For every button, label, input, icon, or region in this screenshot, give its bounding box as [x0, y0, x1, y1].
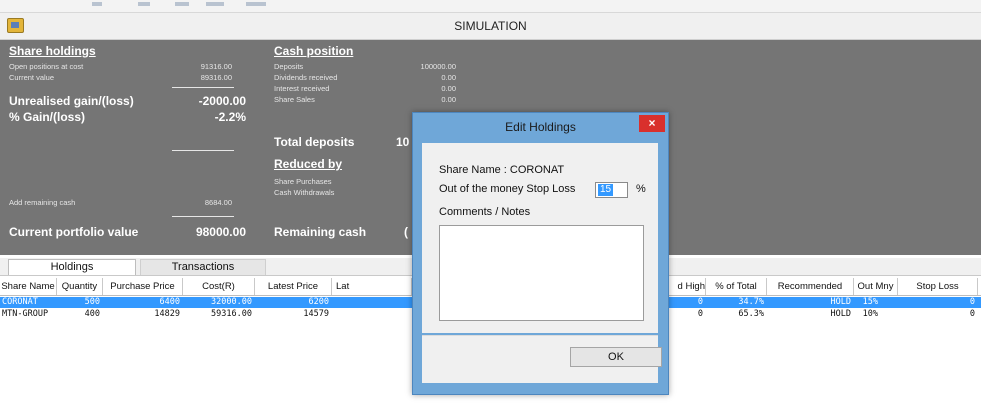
col-quantity[interactable]: Quantity: [57, 278, 103, 295]
col-purchase-price[interactable]: Purchase Price: [103, 278, 183, 295]
cell-out-mny: 10%: [862, 309, 878, 319]
cell-purchase-price: 6400: [159, 297, 180, 307]
remaining-cash-label: Remaining cash: [274, 225, 367, 239]
cell-share-name: CORONAT: [2, 297, 38, 307]
close-icon: ×: [648, 116, 656, 130]
cell-share-name: MTN-GROUP: [2, 309, 49, 319]
cell-cost: 59316.00: [211, 309, 252, 319]
cell-stop-loss: 0: [969, 309, 975, 319]
current-portfolio-label: Current portfolio value: [9, 225, 139, 239]
col-share-name[interactable]: Share Name: [0, 278, 57, 295]
percent-label: %: [636, 183, 646, 195]
share-sales-value: 0.00: [441, 95, 456, 104]
col-pct-total[interactable]: % of Total: [706, 278, 767, 295]
toolbar-mark: [92, 2, 102, 6]
cell-latest-price: 14579: [303, 309, 329, 319]
total-deposits-label: Total deposits: [274, 135, 355, 149]
edit-holdings-dialog: Edit Holdings × Share Name : CORONAT Out…: [412, 112, 669, 395]
toolbar-mark: [138, 2, 150, 6]
cell-cost: 32000.00: [211, 297, 252, 307]
dividends-label: Dividends received: [274, 73, 338, 82]
col-cost[interactable]: Cost(R): [183, 278, 255, 295]
ok-button[interactable]: OK: [570, 347, 662, 367]
cell-quantity: 400: [84, 309, 100, 319]
cell-out-mny: 15%: [862, 297, 878, 307]
unrealised-gain-label: Unrealised gain/(loss): [9, 94, 134, 108]
current-value-label: Current value: [9, 73, 55, 82]
col-latest-price[interactable]: Latest Price: [255, 278, 332, 295]
open-positions-label: Open positions at cost: [9, 62, 84, 71]
dialog-body: Share Name : CORONAT Out of the money St…: [422, 143, 658, 333]
share-holdings-heading: Share holdings: [9, 44, 96, 58]
share-sales-label: Share Sales: [274, 95, 315, 104]
interest-label: Interest received: [274, 84, 330, 93]
col-latest-date[interactable]: Lat: [332, 278, 412, 295]
col-out-mny[interactable]: Out Mny: [854, 278, 898, 295]
col-stop-loss[interactable]: Stop Loss: [898, 278, 978, 295]
total-deposits-value: 10: [396, 135, 410, 149]
cash-withdrawals-label: Cash Withdrawals: [274, 188, 335, 197]
stop-loss-label: Out of the money Stop Loss: [439, 183, 576, 195]
divider: [172, 216, 234, 217]
pct-gain-label: % Gain/(loss): [9, 110, 86, 124]
close-button[interactable]: ×: [639, 115, 665, 132]
tab-holdings[interactable]: Holdings: [8, 259, 136, 275]
dialog-footer: OK: [422, 335, 662, 383]
interest-value: 0.00: [441, 84, 456, 93]
current-value-value: 89316.00: [200, 73, 232, 82]
cell-purchase-price: 14829: [154, 309, 180, 319]
pct-gain-value: -2.2%: [214, 110, 246, 124]
share-name-label: Share Name : CORONAT: [439, 164, 565, 176]
comments-textarea[interactable]: [439, 225, 644, 321]
open-positions-value: 91316.00: [200, 62, 232, 71]
cell-recommended: HOLD: [830, 297, 851, 307]
stop-loss-value: 15: [598, 184, 614, 196]
col-recommended[interactable]: Recommended: [767, 278, 854, 295]
current-portfolio-value: 98000.00: [195, 225, 246, 239]
window-title: SIMULATION: [454, 19, 527, 33]
tab-transactions[interactable]: Transactions: [140, 259, 266, 275]
cell-pct-total: 65.3%: [738, 309, 764, 319]
deposits-value: 100000.00: [420, 62, 456, 71]
cell-pct-total: 34.7%: [738, 297, 764, 307]
share-purchases-label: Share Purchases: [274, 177, 332, 186]
cell-latest-price: 6200: [308, 297, 329, 307]
window-titlebar: SIMULATION: [0, 13, 981, 40]
reduced-by-heading: Reduced by: [274, 157, 343, 171]
divider: [172, 87, 234, 88]
deposits-label: Deposits: [274, 62, 304, 71]
comments-label: Comments / Notes: [439, 206, 531, 218]
divider: [172, 150, 234, 151]
add-remaining-cash-value: 8684.00: [204, 198, 232, 207]
col-period-high[interactable]: d High: [666, 278, 706, 295]
cell-stop-loss: 0: [969, 297, 975, 307]
remaining-cash-value: (: [404, 225, 408, 239]
toolbar-mark: [175, 2, 189, 6]
cash-position-heading: Cash position: [274, 44, 354, 58]
unrealised-gain-value: -2000.00: [198, 94, 246, 108]
toolbar-mark: [206, 2, 224, 6]
add-remaining-cash-label: Add remaining cash: [9, 198, 76, 207]
stop-loss-input[interactable]: 15: [595, 182, 628, 198]
dividends-value: 0.00: [441, 73, 456, 82]
toolbar-mark: [246, 2, 266, 6]
cell-recommended: HOLD: [830, 309, 851, 319]
dialog-title: Edit Holdings: [505, 120, 576, 134]
cell-period-high: 0: [697, 297, 703, 307]
cell-quantity: 500: [84, 297, 100, 307]
cell-period-high: 0: [697, 309, 703, 319]
top-toolbar-strip: [0, 0, 981, 13]
